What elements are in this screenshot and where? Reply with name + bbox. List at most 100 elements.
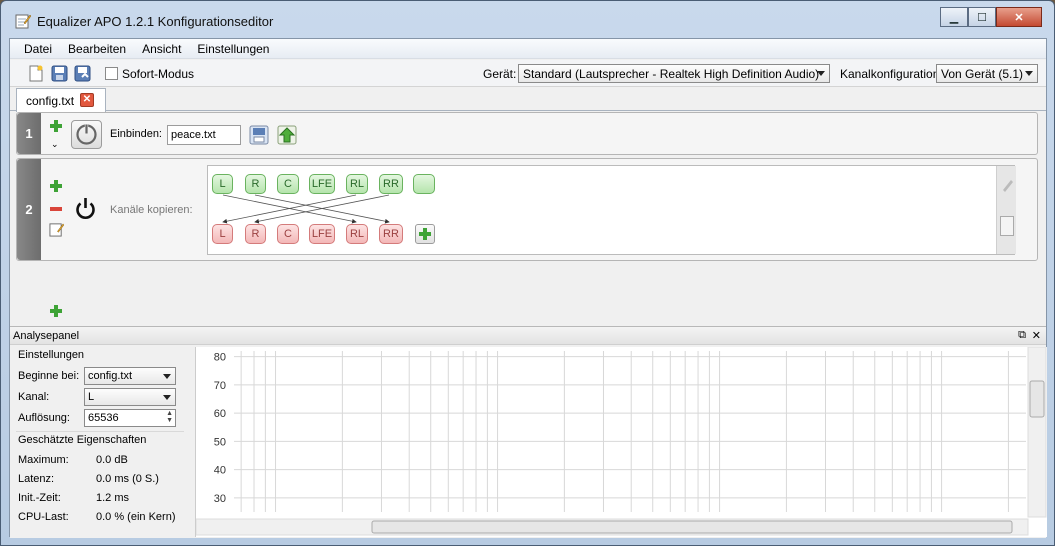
y-tick-label: 40 [214,465,226,477]
menu-bar: Datei Bearbeiten Ansicht Einstellungen [10,39,1046,59]
spin-arrows-icon[interactable]: ▲ ▼ [166,410,173,424]
y-tick-label: 60 [214,408,226,420]
y-tick-label: 50 [214,436,226,448]
edit-icon[interactable] [49,222,64,237]
frequency-response-plot: 8070605040307891020304050601002003004001… [195,346,1047,537]
save-as-icon[interactable] [74,65,91,82]
target-channel-button[interactable]: C [277,224,299,244]
filter-row-include: 1 ⌄ Einbinden: peace.txt [16,112,1038,155]
add-filter-icon[interactable] [50,120,62,132]
notepad-icon [15,14,31,29]
channel-config-value: Von Gerät (5.1) [941,67,1024,81]
expand-icon[interactable]: ⌄ [51,139,59,150]
window-controls: ▁ ☐ ✕ [940,7,1042,29]
add-channel-button[interactable] [415,224,435,244]
frequency-chart: 8070605040307891020304050601002003004001… [195,346,1047,536]
chevron-down-icon [163,395,171,400]
menu-bearbeiten[interactable]: Bearbeiten [60,42,134,56]
maximum-label: Maximum: [18,454,69,466]
remove-filter-icon[interactable] [50,207,62,211]
upload-icon[interactable] [277,125,297,145]
channel-scrollbar[interactable] [996,166,1016,254]
power-icon[interactable] [74,197,97,220]
resolution-spinbox[interactable]: 65536 ▲ ▼ [84,409,176,427]
cpu-load-value: 0.0 % (ein Kern) [96,511,176,523]
plot-scroll-thumb-vertical [1029,380,1045,418]
y-tick-label: 70 [214,380,226,392]
menu-einstellungen[interactable]: Einstellungen [189,42,277,56]
channel-config-label: Kanalkonfiguration: [840,67,943,81]
filter-row-copy: 2 Kanäle kopieren: L R C LFE RL RR L R C… [16,158,1038,261]
minimize-button[interactable]: ▁ [940,7,968,27]
y-tick-label: 30 [214,493,226,505]
start-at-label: Beginne bei: [18,370,80,382]
instant-mode-label: Sofort-Modus [122,67,195,81]
latency-label: Latenz: [18,473,55,485]
channel-select[interactable]: L [84,388,176,406]
target-channel-button[interactable]: L [212,224,233,244]
row-number: 1 [17,113,41,154]
target-channel-button[interactable]: RR [379,224,403,244]
plus-icon [419,228,431,240]
include-label: Einbinden: [110,128,162,140]
power-toggle-button[interactable] [71,120,102,149]
filter-editor: 1 ⌄ Einbinden: peace.txt 2 Kanäle kopier… [10,112,1046,320]
tab-close-icon[interactable]: ✕ [80,93,94,107]
add-filter-icon[interactable] [50,180,62,192]
plot-scrollbar-vertical [1027,346,1047,518]
analysis-panel-header: Analysepanel ⧉ ✕ [10,327,1046,345]
plot-scroll-thumb-horizontal [371,520,1013,534]
title-bar: Equalizer APO 1.2.1 Konfigurationseditor… [1,1,1054,37]
channel-routing-panel: L R C LFE RL RR L R C LFE RL RR [207,165,1016,255]
close-button[interactable]: ✕ [996,7,1042,27]
power-icon [76,124,97,145]
tab-bar: config.txt ✕ [10,87,1046,112]
device-select-value: Standard (Lautsprecher - Realtek High De… [523,67,820,81]
window-title: Equalizer APO 1.2.1 Konfigurationseditor [37,14,274,29]
app-window: Equalizer APO 1.2.1 Konfigurationseditor… [0,0,1055,546]
init-time-label: Init.-Zeit: [18,492,61,504]
target-channel-button[interactable]: R [245,224,266,244]
channel-value: L [88,391,95,403]
device-select[interactable]: Standard (Lautsprecher - Realtek High De… [518,64,830,83]
resolution-value: 65536 [88,412,119,424]
y-tick-label: 80 [214,352,226,364]
latency-value: 0.0 ms (0 S.) [96,473,159,485]
add-filter-icon[interactable] [50,305,62,317]
maximize-button[interactable]: ☐ [968,7,996,27]
analysis-panel: Analysepanel ⧉ ✕ Einstellungen Beginne b… [10,326,1047,538]
channel-label: Kanal: [18,391,50,403]
cpu-load-label: CPU-Last: [18,511,69,523]
toolbar: Sofort-Modus Gerät: Standard (Lautsprech… [10,60,1046,87]
settings-group-title: Einstellungen [18,349,85,361]
resolution-label: Auflösung: [18,412,70,424]
analysis-panel-title: Analysepanel [13,330,80,342]
tab-config-txt[interactable]: config.txt ✕ [16,88,106,112]
divider [16,431,184,432]
menu-ansicht[interactable]: Ansicht [134,42,189,56]
chevron-down-icon [163,374,171,379]
start-at-value: config.txt [88,370,133,382]
init-time-value: 1.2 ms [96,492,130,504]
float-panel-icon[interactable]: ⧉ [1018,329,1026,342]
close-panel-icon[interactable]: ✕ [1032,329,1041,342]
instant-mode-checkbox[interactable] [105,67,118,80]
start-at-select[interactable]: config.txt [84,367,176,385]
tab-label: config.txt [26,94,75,108]
chevron-down-icon [817,71,825,76]
brush-icon [1003,180,1013,192]
row-number: 2 [17,159,41,260]
maximum-value: 0.0 dB [96,454,128,466]
new-file-icon[interactable] [27,65,44,82]
scroll-thumb[interactable] [1000,216,1014,236]
device-label: Gerät: [483,67,517,81]
save-file-icon[interactable] [51,65,68,82]
copy-channels-label: Kanäle kopieren: [110,204,193,216]
open-file-icon[interactable] [249,125,269,145]
menu-datei[interactable]: Datei [16,42,60,56]
channel-config-select[interactable]: Von Gerät (5.1) [936,64,1038,83]
target-channel-button[interactable]: RL [346,224,368,244]
include-file-input[interactable]: peace.txt [167,125,241,145]
properties-group-title: Geschätzte Eigenschaften [18,434,147,446]
target-channel-button[interactable]: LFE [309,224,335,244]
